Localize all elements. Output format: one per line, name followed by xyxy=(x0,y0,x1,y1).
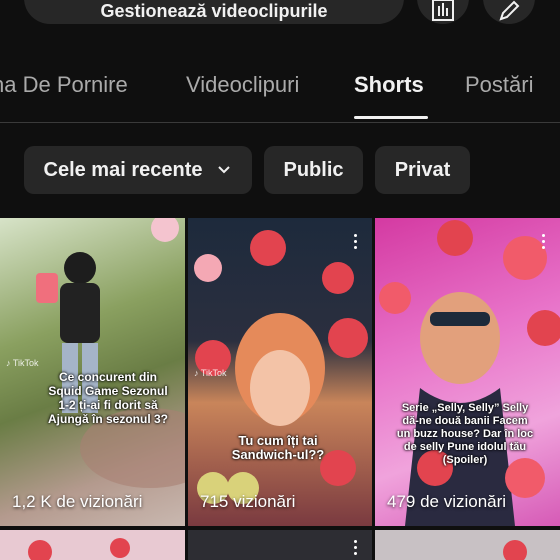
short-card[interactable]: ♪ TikTok Ce concurent din Squid Game Sez… xyxy=(0,218,185,526)
short-card[interactable]: ♪ TikTok Tu cum îți tai Sandwich-ul?? 71… xyxy=(188,218,372,526)
short-caption: Serie „Selly, Selly” Selly dă-ne două ba… xyxy=(396,402,534,466)
filter-public-chip[interactable]: Public xyxy=(264,146,363,194)
short-card[interactable] xyxy=(0,530,185,560)
active-tab-indicator xyxy=(354,116,428,119)
tab-home[interactable]: na De Pornire xyxy=(0,72,128,98)
channel-tabs: na De Pornire Videoclipuri Shorts Postăr… xyxy=(0,60,560,123)
manage-videos-button[interactable]: Gestionează videoclipurile xyxy=(24,0,404,24)
pencil-icon xyxy=(499,0,520,21)
more-options-icon[interactable] xyxy=(542,234,546,252)
short-thumbnail-art xyxy=(379,220,560,526)
tab-videos[interactable]: Videoclipuri xyxy=(186,72,299,98)
sort-dropdown-label: Cele mai recente xyxy=(43,158,203,181)
edit-channel-button[interactable] xyxy=(483,0,535,24)
tiktok-watermark-icon: ♪ TikTok xyxy=(6,358,39,368)
analytics-button[interactable] xyxy=(417,0,469,24)
sort-dropdown[interactable]: Cele mai recente xyxy=(24,146,252,194)
short-views: 715 vizionări xyxy=(200,492,296,511)
chevron-down-icon xyxy=(218,166,231,174)
short-thumbnail-art xyxy=(503,540,527,560)
more-options-icon[interactable] xyxy=(354,234,358,252)
more-options-icon[interactable] xyxy=(354,540,358,558)
short-views: 1,2 K de vizionări xyxy=(12,492,143,511)
shorts-grid: ♪ TikTok Ce concurent din Squid Game Sez… xyxy=(0,218,560,560)
tab-posts[interactable]: Postări xyxy=(465,72,533,98)
short-caption: Tu cum îți tai Sandwich-ul?? xyxy=(231,433,325,462)
tiktok-watermark-icon: ♪ TikTok xyxy=(194,368,227,378)
analytics-icon xyxy=(432,0,454,21)
filter-private-chip[interactable]: Privat xyxy=(375,146,470,194)
short-caption: Ce concurent din Squid Game Sezonul 1-2 … xyxy=(48,370,169,426)
short-thumbnail-art xyxy=(28,538,130,560)
short-views: 479 de vizionări xyxy=(387,492,507,511)
short-card[interactable] xyxy=(375,530,560,560)
short-card[interactable]: Serie „Selly, Selly” Selly dă-ne două ba… xyxy=(375,218,560,526)
short-card[interactable] xyxy=(188,530,372,560)
manage-videos-label: Gestionează videoclipurile xyxy=(100,0,328,21)
top-actions: Gestionează videoclipurile xyxy=(0,0,560,28)
tab-shorts[interactable]: Shorts xyxy=(354,72,424,98)
